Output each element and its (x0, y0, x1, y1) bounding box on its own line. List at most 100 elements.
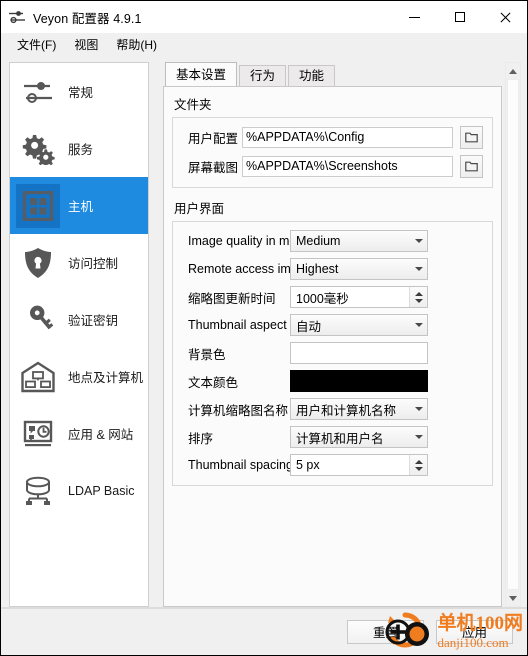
group-directories: 文件夹 用户配置 %APPDATA%\Config 屏幕截图 %APPDATA%… (172, 94, 493, 188)
browse-user-config-button[interactable] (460, 126, 483, 149)
spin-up-icon[interactable] (414, 291, 423, 296)
field-label: Remote access image qu (188, 262, 290, 276)
chevron-down-icon (411, 267, 427, 271)
sidebar-item-access-control[interactable]: 访问控制 (10, 234, 148, 291)
control-wrap (290, 370, 428, 392)
thumbnail-aspect-ratio-combo[interactable]: 自动 (290, 314, 428, 336)
scroll-down-button[interactable] (506, 590, 520, 606)
group-title: 用户界面 (174, 202, 225, 216)
spinner-buttons[interactable] (409, 455, 427, 475)
spin-up-icon[interactable] (414, 459, 423, 464)
tab-basic-settings[interactable]: 基本设置 (165, 62, 238, 87)
row-text-color: 文本颜色 (182, 370, 483, 392)
sidebar-item-authentication-keys[interactable]: 验证密钥 (10, 291, 148, 348)
row-thumbnail-update-interval: 缩略图更新时间 1000毫秒 (182, 286, 483, 308)
remote-access-image-quality-combo[interactable]: Highest (290, 258, 428, 280)
control-wrap: Medium (290, 230, 428, 252)
scroll-up-button[interactable] (506, 63, 520, 79)
database-icon (16, 469, 60, 513)
thumbnail-update-interval-spinbox[interactable]: 1000毫秒 (290, 286, 428, 308)
sidebar: 常规 服务 主机 访问控制 验证密钥 地点及计算机 应用 & 网站 LDAP B… (9, 62, 149, 607)
tab-host: 基本设置 行为 功能 文件夹 用户配置 %APPDATA%\Config 屏幕截… (163, 62, 502, 607)
background-color-swatch[interactable] (290, 342, 428, 364)
group-box: Image quality in monitori Medium Remote (172, 221, 493, 486)
sidebar-item-service[interactable]: 服务 (10, 120, 148, 177)
spin-down-icon[interactable] (414, 298, 423, 303)
sidebar-item-label: 地点及计算机 (68, 371, 144, 385)
vertical-scrollbar[interactable] (505, 62, 521, 607)
user-config-input[interactable]: %APPDATA%\Config (242, 127, 453, 148)
menu-file[interactable]: 文件(F) (8, 34, 65, 55)
scrollbar-track[interactable] (506, 79, 520, 590)
tab-features[interactable]: 功能 (288, 65, 336, 87)
sidebar-item-apps-websites[interactable]: 应用 & 网站 (10, 405, 148, 462)
sidebar-item-ldap-basic[interactable]: LDAP Basic (10, 462, 148, 519)
footer-bar: 重置 应用 (1, 607, 527, 655)
sidebar-item-label: 主机 (68, 200, 94, 214)
computer-thumbnail-caption-combo[interactable]: 用户和计算机名称 (290, 398, 428, 420)
field-label: 计算机缩略图名称 (188, 403, 289, 418)
row-computer-thumbnail-caption: 计算机缩略图名称 用户和计算机名称 (182, 398, 483, 420)
chevron-up-icon (509, 68, 517, 74)
sliders-icon (16, 70, 60, 114)
text-color-swatch[interactable] (290, 370, 428, 392)
thumbnail-spacing-spinbox[interactable]: 5 px (290, 454, 428, 476)
tab-behaviour[interactable]: 行为 (239, 65, 287, 87)
monitoring-image-quality-combo[interactable]: Medium (290, 230, 428, 252)
window-title: Veyon 配置器 4.9.1 (33, 11, 142, 26)
maximize-button[interactable] (437, 1, 482, 33)
apply-button[interactable]: 应用 (436, 619, 513, 644)
combo-value: Medium (296, 234, 341, 248)
menu-view[interactable]: 视图 (65, 34, 107, 55)
browse-screenshots-button[interactable] (460, 155, 483, 178)
control-wrap: 1000毫秒 (290, 286, 428, 308)
spin-value: 1000毫秒 (296, 291, 349, 306)
combo-value: 自动 (296, 319, 322, 334)
settings-area: 基本设置 行为 功能 文件夹 用户配置 %APPDATA%\Config 屏幕截… (163, 62, 521, 607)
field-label: 屏幕截图 (188, 161, 239, 175)
control-wrap: 自动 (290, 314, 428, 336)
sidebar-item-master[interactable]: 主机 (10, 177, 148, 234)
spin-down-icon[interactable] (414, 466, 423, 471)
sort-order-combo[interactable]: 计算机和用户名 (290, 426, 428, 448)
row-screenshots: 屏幕截图 %APPDATA%\Screenshots (182, 155, 483, 178)
screenshots-input[interactable]: %APPDATA%\Screenshots (242, 156, 453, 177)
minimize-button[interactable] (392, 1, 437, 33)
group-box: 用户配置 %APPDATA%\Config 屏幕截图 %APPDATA%\Scr… (172, 117, 493, 188)
control-wrap: 5 px (290, 454, 428, 476)
chevron-down-icon (509, 595, 517, 601)
row-thumbnail-aspect-ratio: Thumbnail aspect ratio 自动 (182, 314, 483, 336)
field-label: Image quality in monitori (188, 234, 290, 248)
sidebar-item-locations-computers[interactable]: 地点及计算机 (10, 348, 148, 405)
chevron-down-icon (411, 323, 427, 327)
spinner-buttons[interactable] (409, 287, 427, 307)
control-wrap: Highest (290, 258, 428, 280)
minimize-icon (409, 16, 420, 18)
scrollbar-thumb[interactable] (507, 79, 519, 590)
spin-value: 5 px (296, 458, 320, 472)
row-sort-order: 排序 计算机和用户名 (182, 426, 483, 448)
menu-help[interactable]: 帮助(H) (107, 34, 166, 55)
body-area: 常规 服务 主机 访问控制 验证密钥 地点及计算机 应用 & 网站 LDAP B… (1, 55, 527, 607)
sidebar-item-general[interactable]: 常规 (10, 63, 148, 120)
sidebar-item-label: 访问控制 (68, 257, 119, 271)
divider (1, 608, 527, 609)
field-label: 文本颜色 (188, 375, 239, 390)
menu-bar: 文件(F) 视图 帮助(H) (1, 33, 527, 55)
field-label: 缩略图更新时间 (188, 291, 276, 306)
app-clock-icon (16, 412, 60, 456)
close-button[interactable] (482, 1, 527, 33)
sidebar-item-label: 应用 & 网站 (68, 428, 134, 442)
maximize-icon (454, 12, 465, 22)
tab-panel-basic-settings: 文件夹 用户配置 %APPDATA%\Config 屏幕截图 %APPDATA%… (163, 86, 502, 607)
window-controls (392, 1, 527, 33)
sidebar-item-label: 服务 (68, 143, 94, 157)
field-label: 排序 (188, 431, 214, 446)
folder-icon (465, 132, 478, 143)
row-monitoring-image-quality: Image quality in monitori Medium (182, 230, 483, 252)
reset-button[interactable]: 重置 (347, 619, 424, 644)
combo-value: 计算机和用户名 (296, 431, 384, 446)
row-remote-access-image-quality: Remote access image qu Highest (182, 258, 483, 280)
row-background-color: 背景色 (182, 342, 483, 364)
sliders-icon (8, 8, 26, 26)
